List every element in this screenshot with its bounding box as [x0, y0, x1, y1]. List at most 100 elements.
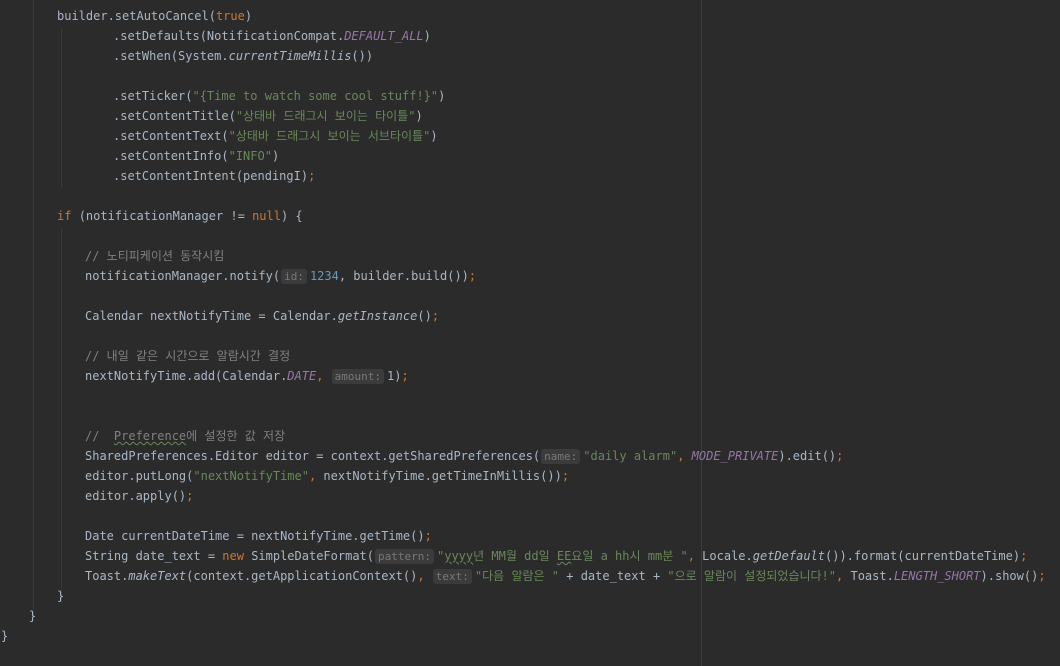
code-token: ;	[186, 489, 194, 503]
code-token: }	[1, 629, 9, 643]
code-line[interactable]: editor.apply();	[85, 486, 193, 506]
code-token: , builder.build())	[338, 269, 469, 283]
code-token: .setWhen(System.	[113, 49, 229, 63]
code-token: "daily alarm"	[583, 449, 678, 463]
code-token: ;	[424, 529, 432, 543]
code-token: )	[430, 129, 438, 143]
code-token: "상태바 드래그시 보이는 서브타이틀"	[228, 129, 431, 143]
code-line[interactable]: if (notificationManager != null) {	[57, 206, 303, 226]
code-line[interactable]: Toast. makeText (context.getApplicationCon…	[85, 566, 1046, 586]
code-token: nextNotifyTime.getTimeInMillis())	[323, 469, 562, 483]
code-token: getInstance	[337, 309, 418, 323]
code-token: .setDefaults(NotificationCompat.	[113, 29, 345, 43]
code-line[interactable]: }	[57, 586, 64, 606]
parameter-hint: id:	[281, 268, 307, 284]
code-token: ,	[308, 469, 324, 483]
indent-guide	[61, 228, 62, 603]
code-token: .setContentText(	[113, 129, 229, 143]
code-token: LENGTH_SHORT	[893, 569, 981, 583]
code-token: "으로 알람이 설정되었습니다!"	[667, 569, 837, 583]
code-token: "{Time to watch some cool stuff!}"	[192, 89, 439, 103]
code-line[interactable]: // 내일 같은 시간으로 알람시간 결정	[85, 346, 290, 366]
code-token: String date_text =	[85, 549, 223, 563]
code-line[interactable]: .setDefaults(NotificationCompat. DEFAULT_…	[113, 26, 431, 46]
code-token: }	[57, 589, 65, 603]
code-token: yyyy	[444, 549, 474, 563]
code-token: 요일 a hh시 mm분 "	[571, 549, 688, 563]
code-token: )	[438, 89, 446, 103]
code-line[interactable]: }	[29, 606, 36, 626]
code-token: ;	[431, 309, 440, 323]
code-line[interactable]: notificationManager.notify(id: 1234, buil…	[85, 266, 476, 286]
code-editor[interactable]: builder.setAutoCancel(true) .setDefaults(…	[0, 0, 1060, 666]
code-token: ) {	[280, 209, 303, 223]
code-token: editor.putLong(	[85, 469, 194, 483]
code-token: MODE_PRIVATE	[691, 449, 779, 463]
code-token: new	[222, 549, 252, 563]
code-line[interactable]: .setContentIntent(pendingI);	[113, 166, 315, 186]
code-token: DATE	[287, 369, 317, 383]
code-line[interactable]: Calendar nextNotifyTime = Calendar. getIn…	[85, 306, 439, 326]
code-token: builder.setAutoCancel(	[57, 9, 216, 23]
code-line[interactable]: .setContentText("상태바 드래그시 보이는 서브타이틀")	[113, 126, 438, 146]
code-token: //	[85, 429, 114, 443]
code-token: .setContentIntent(pendingI)	[113, 169, 309, 183]
code-token: }	[29, 609, 37, 623]
code-line[interactable]: SharedPreferences.Editor editor = contex…	[85, 446, 843, 466]
code-token: )	[423, 29, 431, 43]
code-token: ).show()	[980, 569, 1039, 583]
code-token: 1234	[309, 269, 339, 283]
code-line[interactable]: .setContentTitle("상태바 드래그시 보이는 타이틀")	[113, 106, 423, 126]
code-token: (context.getApplicationContext()	[186, 569, 418, 583]
code-token: null	[252, 209, 281, 223]
code-line[interactable]: editor.putLong("nextNotifyTime", nextNot…	[85, 466, 569, 486]
code-token: .setContentInfo(	[113, 149, 229, 163]
code-line[interactable]: .setContentInfo("INFO")	[113, 146, 279, 166]
code-line[interactable]: // Preference 에 설정한 값 저장	[85, 426, 285, 446]
code-token: Preference	[113, 429, 187, 443]
code-token: ;	[561, 469, 570, 483]
code-token: makeText	[128, 569, 187, 583]
code-token: ,	[687, 549, 703, 563]
code-line[interactable]: Date currentDateTime = nextNotifyTime.ge…	[85, 526, 432, 546]
code-token: EE	[556, 549, 572, 563]
code-token: ()).format(currentDateTime)	[825, 549, 1021, 563]
code-token: ;	[1020, 549, 1028, 563]
code-token: editor.apply()	[85, 489, 187, 503]
code-token: Toast.	[850, 569, 894, 583]
code-token: ;	[836, 449, 844, 463]
code-token: (notificationManager !=	[78, 209, 253, 223]
code-line[interactable]: .setTicker("{Time to watch some cool stu…	[113, 86, 445, 106]
code-line[interactable]: builder.setAutoCancel(true)	[57, 6, 252, 26]
code-token: ,	[417, 569, 432, 583]
code-token: Toast.	[85, 569, 129, 583]
code-token: true	[215, 9, 245, 23]
code-token: // 내일 같은 시간으로 알람시간 결정	[85, 349, 291, 363]
code-token: .setContentTitle(	[113, 109, 236, 123]
code-token: )	[271, 149, 280, 163]
code-line[interactable]: .setWhen(System. currentTimeMillis())	[113, 46, 373, 66]
code-token: Locale.	[702, 549, 753, 563]
parameter-hint: amount:	[331, 368, 385, 384]
code-token: + date_text +	[559, 569, 668, 583]
code-token: nextNotifyTime.add(Calendar.	[85, 369, 288, 383]
code-token: notificationManager.notify(	[85, 269, 281, 283]
code-token: SimpleDateFormat(	[251, 549, 375, 563]
code-token: ;	[308, 169, 316, 183]
code-line[interactable]: // 노티피케이션 동작시킴	[85, 246, 224, 266]
code-token: "	[437, 549, 445, 563]
code-line[interactable]: String date_text = new SimpleDateFormat(…	[85, 546, 1027, 566]
code-line[interactable]: }	[1, 626, 8, 646]
indent-guide	[33, 0, 34, 615]
code-token: ;	[401, 369, 409, 383]
code-token: ).edit()	[778, 449, 837, 463]
code-token: 에 설정한 값 저장	[186, 429, 286, 443]
code-token: ,	[836, 569, 851, 583]
indent-guide	[61, 28, 62, 188]
code-token: 년 MM월 dd일	[473, 549, 557, 563]
code-token: "nextNotifyTime"	[193, 469, 309, 483]
code-token: ()	[417, 309, 432, 323]
code-token: ;	[1038, 569, 1046, 583]
code-token: "상태바 드래그시 보이는 타이틀"	[235, 109, 416, 123]
code-line[interactable]: nextNotifyTime.add(Calendar. DATE, amount…	[85, 366, 409, 386]
